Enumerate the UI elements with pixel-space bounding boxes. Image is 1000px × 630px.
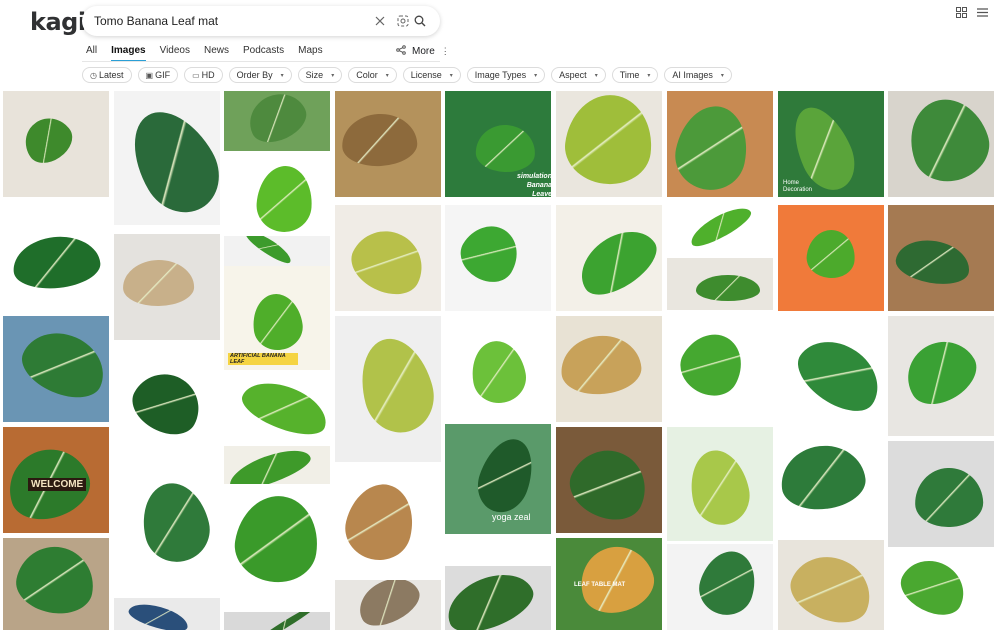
image-result[interactable] — [335, 316, 441, 462]
image-result[interactable] — [114, 344, 220, 456]
image-result[interactable] — [224, 378, 330, 446]
image-result[interactable] — [445, 316, 551, 420]
leaf-graphic — [16, 108, 80, 172]
tile-caption-welcome: WELCOME — [28, 478, 87, 491]
leaf-graphic — [236, 378, 330, 444]
image-result[interactable] — [335, 580, 441, 630]
leaf-graphic — [243, 236, 295, 266]
leaf-graphic — [249, 612, 321, 630]
leaf-graphic — [10, 232, 102, 292]
leaf-graphic — [350, 330, 441, 440]
leaf-graphic — [568, 218, 662, 306]
image-result[interactable] — [114, 460, 220, 594]
image-result[interactable] — [445, 566, 551, 630]
image-result[interactable] — [667, 427, 773, 541]
leaf-graphic — [248, 290, 306, 354]
leaf-graphic — [669, 99, 755, 197]
leaf-graphic — [778, 441, 869, 515]
leaf-graphic — [786, 326, 884, 424]
leaf-graphic — [342, 219, 434, 305]
image-results-grid — [0, 0, 1000, 630]
image-result[interactable] — [888, 552, 994, 630]
leaf-graphic — [123, 259, 195, 307]
leaf-graphic — [475, 123, 537, 173]
tile-caption-home-deco: Home Decoration — [783, 180, 813, 193]
image-result[interactable] — [335, 205, 441, 311]
leaf-graphic — [914, 467, 984, 529]
image-result[interactable] — [224, 91, 330, 151]
leaf-graphic — [696, 275, 760, 301]
leaf-graphic — [350, 580, 426, 630]
image-result[interactable] — [667, 544, 773, 630]
leaf-graphic — [134, 477, 216, 569]
leaf-graphic — [805, 228, 857, 280]
leaf-graphic — [560, 91, 658, 190]
image-result[interactable] — [888, 205, 994, 311]
image-result[interactable] — [888, 91, 994, 197]
leaf-graphic — [684, 445, 756, 531]
leaf-graphic — [224, 446, 314, 484]
leaf-graphic — [451, 215, 529, 293]
image-result[interactable] — [888, 441, 994, 547]
leaf-graphic — [782, 545, 880, 630]
image-result[interactable] — [335, 91, 441, 197]
image-result[interactable] — [778, 205, 884, 311]
image-result[interactable] — [224, 155, 330, 235]
leaf-graphic — [892, 234, 974, 290]
image-result[interactable] — [114, 91, 220, 225]
image-result[interactable] — [888, 316, 994, 436]
leaf-graphic — [558, 332, 644, 398]
leaf-graphic — [241, 91, 313, 150]
image-result[interactable] — [445, 205, 551, 311]
app: kagi All Images Videos News Podcasts Map… — [0, 0, 1000, 630]
leaf-graphic — [13, 321, 109, 409]
image-result[interactable] — [667, 91, 773, 197]
image-result[interactable] — [3, 205, 109, 311]
leaf-graphic — [338, 477, 422, 567]
tile-caption-yoga-zeal: yoga zeal — [492, 512, 531, 522]
leaf-graphic — [895, 329, 987, 415]
leaf-graphic — [11, 540, 101, 620]
image-result[interactable] — [556, 91, 662, 197]
image-result[interactable] — [778, 540, 884, 630]
leaf-graphic — [470, 431, 542, 519]
leaf-graphic — [255, 163, 315, 235]
image-result[interactable] — [335, 466, 441, 570]
tile-caption-banana-leave: simulation Banana Leave — [516, 173, 552, 198]
leaf-graphic — [899, 91, 994, 192]
leaf-graphic — [229, 490, 325, 588]
tile-caption-artificial: ARTIFICIAL BANANA LEAF — [228, 353, 298, 365]
tile-caption-leaf-table-mat: LEAF TABLE MAT — [574, 582, 626, 588]
image-result[interactable] — [667, 316, 773, 422]
image-result[interactable] — [556, 316, 662, 422]
leaf-graphic — [445, 566, 541, 630]
leaf-graphic — [466, 336, 530, 408]
image-result[interactable] — [224, 446, 330, 484]
image-result[interactable] — [224, 488, 330, 598]
image-result[interactable] — [224, 236, 330, 266]
leaf-graphic — [560, 437, 658, 531]
image-result[interactable] — [114, 234, 220, 340]
image-result[interactable] — [3, 538, 109, 630]
leaf-graphic — [892, 552, 974, 624]
leaf-graphic — [116, 97, 220, 225]
leaf-graphic — [670, 323, 754, 407]
leaf-graphic — [685, 205, 755, 252]
image-result[interactable] — [556, 427, 662, 533]
leaf-graphic — [341, 112, 419, 168]
image-result[interactable] — [667, 258, 773, 310]
image-result[interactable] — [778, 316, 884, 426]
image-result[interactable] — [3, 91, 109, 197]
leaf-graphic — [123, 362, 211, 446]
leaf-graphic — [692, 544, 764, 622]
image-result[interactable] — [778, 430, 884, 534]
leaf-graphic — [572, 538, 662, 622]
image-result[interactable] — [114, 598, 220, 630]
image-result[interactable] — [224, 612, 330, 630]
image-result[interactable] — [556, 205, 662, 311]
leaf-graphic — [126, 599, 192, 630]
image-result[interactable] — [3, 316, 109, 422]
image-result[interactable] — [667, 205, 773, 255]
